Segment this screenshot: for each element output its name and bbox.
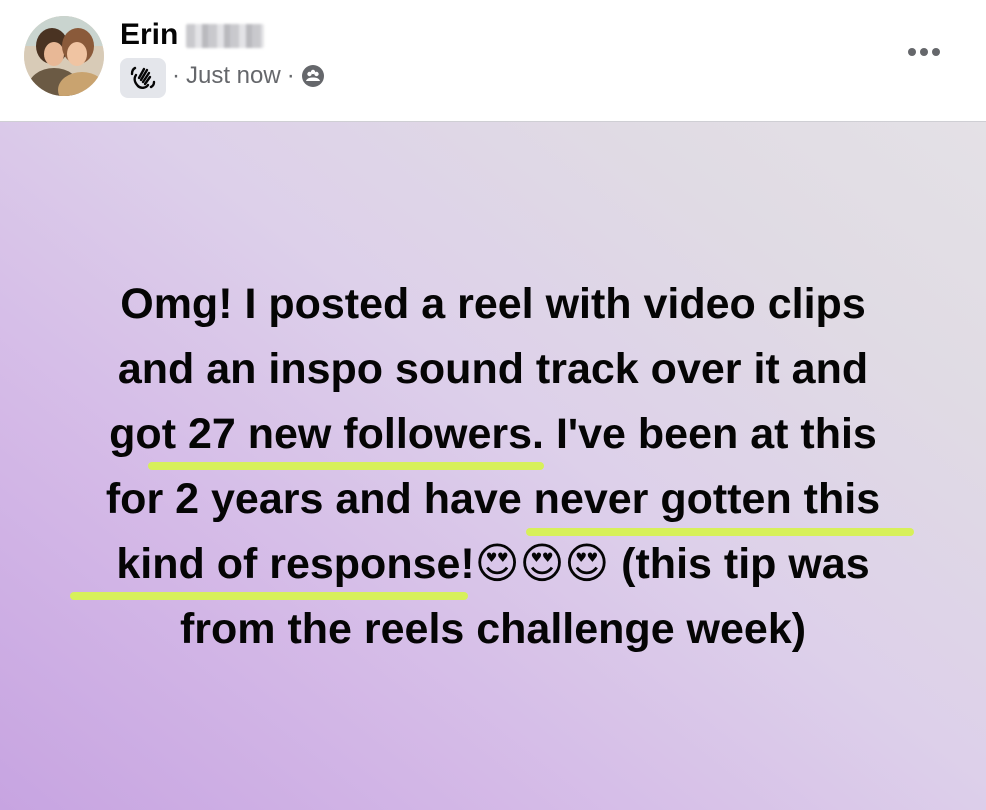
post-header: Erin · Just now ·	[0, 0, 986, 122]
redacted-surname	[186, 24, 264, 48]
meta-separator: ·	[286, 62, 295, 89]
post-timestamp[interactable]: Just now	[186, 62, 281, 90]
meta-separator: ·	[172, 62, 180, 89]
post-body-text: Omg! I posted a reel with video clips an…	[0, 272, 986, 662]
post-meta: · Just now ·	[172, 62, 325, 90]
group-icon[interactable]	[301, 64, 325, 88]
post-text-line: from the reels challenge week)	[179, 605, 807, 653]
more-options-icon[interactable]	[902, 34, 946, 70]
author-name[interactable]: Erin	[120, 18, 178, 52]
post-text-line: got 27 new followers. I've been at this	[109, 410, 877, 458]
post-text-line: and an inspo sound track over it and	[117, 345, 869, 393]
post-text-line: kind of response!😍😍😍 (this tip was	[116, 540, 870, 588]
avatar[interactable]	[24, 16, 104, 96]
post-text-line: for 2 years and have never gotten this	[105, 475, 881, 523]
waving-hand-icon[interactable]	[120, 58, 166, 98]
post-text-line: Omg! I posted a reel with video clips	[120, 280, 866, 328]
